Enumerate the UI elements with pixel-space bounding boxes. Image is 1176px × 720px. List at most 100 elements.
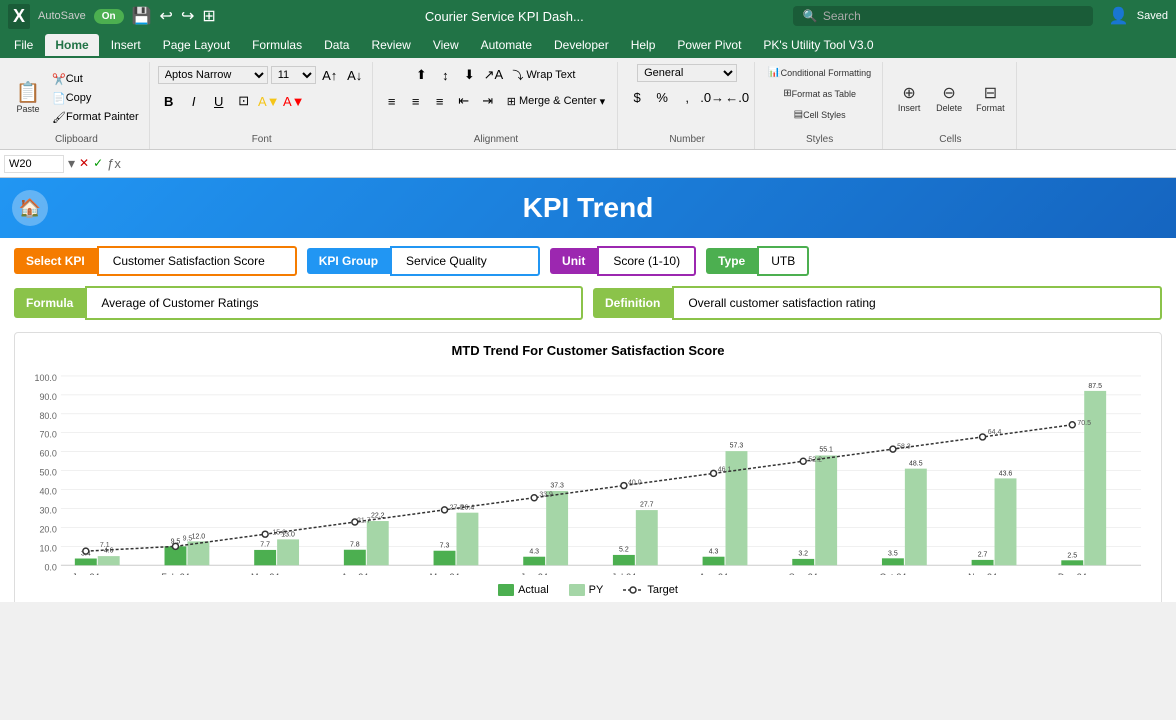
font-size-select[interactable]: 11 [271, 66, 316, 84]
svg-text:Nov-24: Nov-24 [968, 572, 997, 575]
cells-group: ⊕ Insert ⊖ Delete ⊟ Format Cells [885, 62, 1017, 149]
undo-icon[interactable]: ↩ [160, 6, 173, 26]
formula-group: Formula Average of Customer Ratings [14, 286, 583, 320]
fill-color-button[interactable]: A▼ [258, 90, 280, 112]
tab-view[interactable]: View [423, 34, 469, 56]
select-kpi-value[interactable]: Customer Satisfaction Score [97, 246, 297, 276]
svg-text:7.7: 7.7 [260, 541, 270, 548]
align-top-button[interactable]: ⬆ [410, 64, 432, 86]
svg-text:30.0: 30.0 [39, 505, 56, 515]
tab-automate[interactable]: Automate [471, 34, 542, 56]
svg-text:Jan-24: Jan-24 [72, 572, 99, 575]
insert-function-button[interactable]: ƒx [107, 156, 121, 171]
number-format-select[interactable]: General [637, 64, 737, 82]
search-input[interactable] [823, 9, 1043, 23]
conditional-formatting-button[interactable]: 📊 Conditional Formatting [763, 64, 876, 81]
tab-pkutility[interactable]: PK's Utility Tool V3.0 [753, 34, 883, 56]
merge-center-dropdown[interactable]: ▾ [600, 95, 606, 108]
underline-button[interactable]: U [208, 90, 230, 112]
cut-button[interactable]: ✂️ Cut [48, 71, 143, 88]
chart-legend: Actual PY Target [25, 584, 1151, 596]
increase-font-button[interactable]: A↑ [319, 64, 341, 86]
comma-button[interactable]: , [676, 86, 698, 108]
wrap-text-button[interactable]: ⤵ Wrap Text [506, 65, 581, 85]
bold-button[interactable]: B [158, 90, 180, 112]
type-selector: Type UTB [706, 246, 809, 276]
grid-view-icon[interactable]: ⊞ [202, 6, 215, 26]
redo-icon[interactable]: ↪ [181, 6, 194, 26]
mtd-chart-container: MTD Trend For Customer Satisfaction Scor… [14, 332, 1162, 602]
definition-group: Definition Overall customer satisfaction… [593, 286, 1162, 320]
decrease-font-button[interactable]: A↓ [344, 64, 366, 86]
account-icon[interactable]: 👤 [1109, 6, 1129, 26]
svg-text:7.8: 7.8 [350, 541, 360, 548]
font-color-button[interactable]: A▼ [283, 90, 305, 112]
tab-powerpivot[interactable]: Power Pivot [667, 34, 751, 56]
tab-home[interactable]: Home [45, 34, 98, 56]
copy-button[interactable]: 📄 Copy [48, 90, 143, 107]
align-center-button[interactable]: ≡ [405, 90, 427, 112]
kpi-group-label: KPI Group [307, 248, 390, 274]
delete-cell-button[interactable]: ⊖ Delete [931, 80, 967, 116]
decrease-indent-button[interactable]: ⇤ [453, 90, 475, 112]
svg-text:Jul-24: Jul-24 [612, 572, 636, 575]
insert-cell-button[interactable]: ⊕ Insert [891, 80, 927, 116]
unit-selector: Unit Score (1-10) [550, 246, 696, 276]
alignment-group: ⬆ ↕ ⬇ ↗A ⤵ Wrap Text ≡ ≡ ≡ ⇤ ⇥ ⊞ Merge &… [375, 62, 618, 149]
svg-text:Feb-24: Feb-24 [161, 572, 189, 575]
currency-button[interactable]: $ [626, 86, 648, 108]
save-icon[interactable]: 💾 [132, 6, 152, 26]
cancel-formula-button[interactable]: ✕ [79, 156, 89, 171]
tab-formulas[interactable]: Formulas [242, 34, 312, 56]
formula-label: Formula [14, 288, 85, 318]
svg-text:50.0: 50.0 [39, 468, 56, 478]
formula-input[interactable] [125, 155, 1172, 173]
format-table-icon: ⊞ [783, 88, 791, 99]
format-as-table-button[interactable]: ⊞ Format as Table [778, 85, 861, 102]
increase-indent-button[interactable]: ⇥ [477, 90, 499, 112]
ribbon-tabs: File Home Insert Page Layout Formulas Da… [0, 32, 1176, 58]
cell-reference[interactable] [4, 155, 64, 173]
tab-pagelayout[interactable]: Page Layout [153, 34, 240, 56]
type-value: UTB [757, 246, 809, 276]
cell-styles-button[interactable]: ▤ Cell Styles [789, 106, 851, 123]
text-direction-button[interactable]: ↗A [482, 64, 504, 86]
font-family-select[interactable]: Aptos Narrow [158, 66, 268, 84]
percent-button[interactable]: % [651, 86, 673, 108]
kpi-group-value: Service Quality [390, 246, 540, 276]
merge-center-button[interactable]: ⊞ Merge & Center ▾ [501, 93, 611, 110]
tab-help[interactable]: Help [621, 34, 666, 56]
align-left-button[interactable]: ≡ [381, 90, 403, 112]
insert-icon: ⊕ [902, 83, 915, 103]
wrap-text-icon: ⤵ [512, 67, 523, 83]
number-content: General $ % , .0→ ←.0 [626, 64, 748, 132]
formula-bar-expand[interactable]: ▾ [68, 155, 75, 172]
format-cell-button[interactable]: ⊟ Format [971, 80, 1010, 116]
svg-text:87.5: 87.5 [1088, 383, 1102, 390]
tab-data[interactable]: Data [314, 34, 359, 56]
paste-button[interactable]: 📋 Paste [10, 80, 46, 117]
tab-insert[interactable]: Insert [101, 34, 151, 56]
legend-actual: Actual [498, 584, 549, 596]
align-bottom-button[interactable]: ⬇ [458, 64, 480, 86]
paste-label: Paste [16, 104, 39, 114]
unit-value: Score (1-10) [597, 246, 696, 276]
confirm-formula-button[interactable]: ✓ [93, 156, 103, 171]
decrease-decimal-button[interactable]: ←.0 [726, 86, 748, 108]
increase-decimal-button[interactable]: .0→ [701, 86, 723, 108]
search-box[interactable]: 🔍 [793, 6, 1093, 26]
align-right-button[interactable]: ≡ [429, 90, 451, 112]
legend-py-label: PY [589, 584, 604, 596]
italic-button[interactable]: I [183, 90, 205, 112]
align-middle-button[interactable]: ↕ [434, 64, 456, 86]
borders-button[interactable]: ⊡ [233, 90, 255, 112]
file-title: Courier Service KPI Dash... [224, 9, 785, 24]
svg-text:70.0: 70.0 [39, 430, 56, 440]
format-painter-button[interactable]: 🖌 Format Painter [48, 109, 143, 126]
tab-developer[interactable]: Developer [544, 34, 619, 56]
autosave-toggle[interactable]: On [94, 9, 124, 24]
svg-text:Mar-24: Mar-24 [251, 572, 279, 575]
tab-review[interactable]: Review [361, 34, 420, 56]
definition-label: Definition [593, 288, 672, 318]
tab-file[interactable]: File [4, 34, 43, 56]
